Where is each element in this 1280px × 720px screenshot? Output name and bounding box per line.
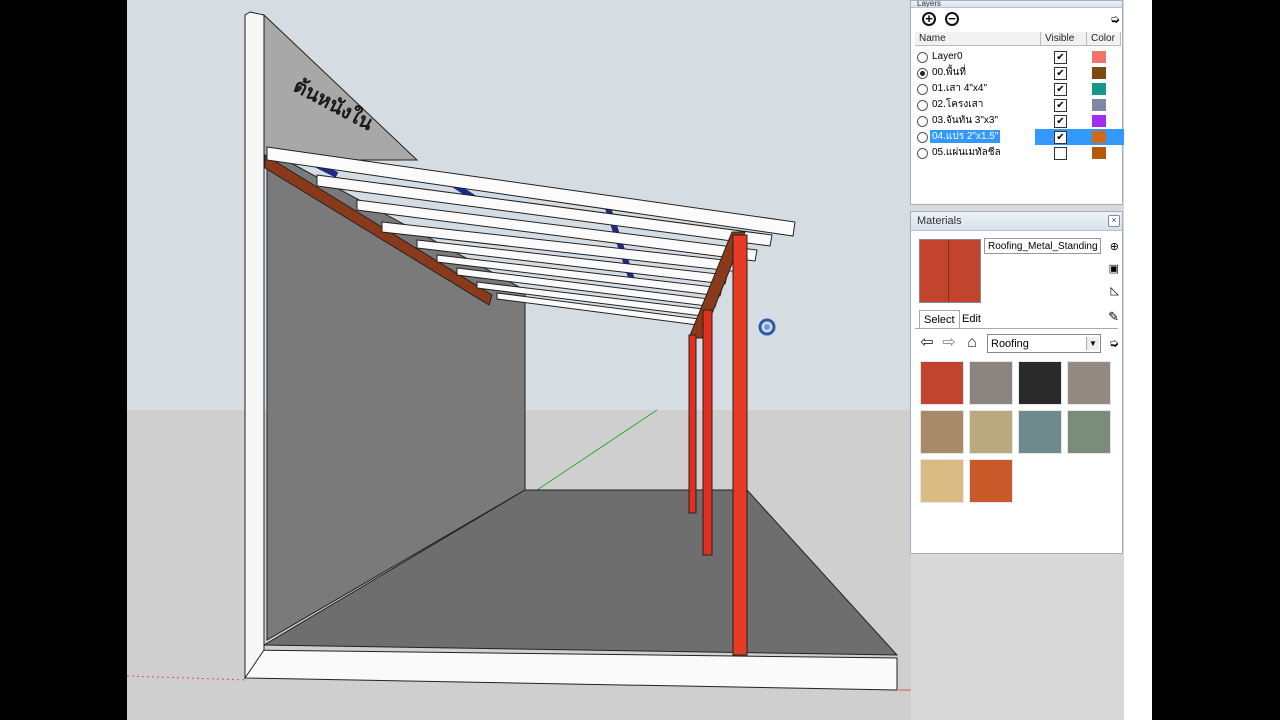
visible-checkbox[interactable]: ✔ (1054, 115, 1067, 128)
materials-title: Materials (911, 212, 1122, 231)
active-layer-radio[interactable] (917, 52, 928, 63)
layer-row[interactable]: 04.แปร 2"x1.5" ✔ (915, 129, 1125, 145)
visible-checkbox[interactable] (1054, 147, 1067, 160)
material-tile[interactable] (969, 459, 1013, 503)
visible-checkbox[interactable]: ✔ (1054, 83, 1067, 96)
layer-row[interactable]: 03.จันทัน 3"x3" ✔ (915, 113, 1121, 129)
layer-name[interactable]: 02.โครงเสา (930, 98, 985, 111)
chevron-down-icon[interactable]: ▼ (1086, 337, 1099, 350)
layer-row[interactable]: Layer0 ✔ (915, 49, 1121, 65)
material-tile[interactable] (1067, 410, 1111, 454)
material-tile[interactable] (920, 361, 964, 405)
create-material-icon[interactable]: ⊕ (1110, 240, 1119, 253)
sketchup-window: ต้นหนังใน Layers + − ➭ Name Visible Colo… (127, 0, 1152, 720)
active-layer-radio[interactable] (917, 68, 928, 79)
material-tile[interactable] (1018, 410, 1062, 454)
collection-dropdown[interactable]: Roofing ▼ (987, 334, 1101, 353)
column-visible-header[interactable]: Visible (1041, 32, 1087, 46)
layer-row[interactable]: 02.โครงเสา ✔ (915, 97, 1121, 113)
active-layer-radio[interactable] (917, 132, 928, 143)
layer-color-swatch[interactable] (1092, 51, 1106, 63)
layer-color-swatch[interactable] (1092, 147, 1106, 159)
layer-name[interactable]: Layer0 (930, 50, 965, 63)
column-color-header[interactable]: Color (1087, 32, 1121, 46)
left-wall (244, 11, 265, 680)
visible-checkbox[interactable]: ✔ (1054, 51, 1067, 64)
back-arrow-icon[interactable]: ⇦ (919, 335, 935, 351)
layer-color-swatch[interactable] (1092, 83, 1106, 95)
material-tile[interactable] (920, 459, 964, 503)
tab-edit[interactable]: Edit (958, 310, 985, 328)
active-layer-radio[interactable] (917, 116, 928, 127)
collection-value: Roofing (991, 338, 1029, 350)
active-layer-radio[interactable] (917, 84, 928, 95)
model-drawing: ต้นหนังใน (127, 0, 911, 720)
active-layer-radio[interactable] (917, 148, 928, 159)
layers-panel: Layers + − ➭ Name Visible Color Layer0 ✔ 0… (910, 0, 1125, 205)
details-arrow-icon[interactable]: ➭ (1109, 336, 1119, 350)
layer-row[interactable]: 01.เสา 4"x4" ✔ (915, 81, 1121, 97)
home-icon[interactable]: ⌂ (964, 335, 980, 351)
layer-color-swatch[interactable] (1092, 67, 1106, 79)
layer-color-swatch[interactable] (1092, 131, 1106, 143)
material-tile[interactable] (920, 410, 964, 454)
layer-name[interactable]: 05.แผ่นเมทัลชีล (930, 146, 1003, 159)
right-edge (1124, 0, 1152, 720)
layer-color-swatch[interactable] (1092, 99, 1106, 111)
visible-checkbox[interactable]: ✔ (1054, 67, 1067, 80)
add-layer-icon[interactable]: + (922, 12, 936, 26)
material-tile[interactable] (1018, 361, 1062, 405)
forward-arrow-icon[interactable]: ⇨ (941, 335, 957, 351)
material-name-field[interactable]: Roofing_Metal_Standing (984, 238, 1101, 254)
close-icon[interactable]: × (1108, 215, 1120, 227)
3d-viewport[interactable]: ต้นหนังใน (127, 0, 911, 720)
material-tile[interactable] (969, 361, 1013, 405)
default-material-icon[interactable]: ◺ (1111, 284, 1119, 297)
selection-highlight (1035, 129, 1125, 145)
layer-name[interactable]: 04.แปร 2"x1.5" (930, 130, 1001, 143)
layer-name[interactable]: 01.เสา 4"x4" (930, 82, 989, 95)
tab-divider (915, 328, 1118, 329)
material-tile[interactable] (969, 410, 1013, 454)
materials-panel: Materials × Roofing_Metal_Standing ⊕ ▣ ◺… (910, 211, 1123, 554)
delete-layer-icon[interactable]: − (945, 12, 959, 26)
layer-row[interactable]: 00.พื้นที่ ✔ (915, 65, 1121, 81)
material-tile[interactable] (1067, 361, 1111, 405)
tab-select[interactable]: Select (919, 310, 960, 329)
layer-name[interactable]: 03.จันทัน 3"x3" (930, 114, 1000, 127)
layer-row[interactable]: 05.แผ่นเมทัลชีล (915, 145, 1121, 161)
current-material-preview (919, 239, 981, 303)
sample-paint-icon[interactable]: ✎ (1108, 309, 1119, 325)
details-arrow-icon[interactable]: ➭ (1110, 12, 1120, 26)
layer-color-swatch[interactable] (1092, 115, 1106, 127)
active-layer-radio[interactable] (917, 100, 928, 111)
display-secondary-icon[interactable]: ▣ (1109, 262, 1119, 275)
layers-title: Layers (911, 1, 1122, 8)
visible-checkbox[interactable]: ✔ (1054, 99, 1067, 112)
visible-checkbox[interactable]: ✔ (1054, 131, 1067, 144)
column-name-header[interactable]: Name (915, 32, 1041, 46)
layer-name[interactable]: 00.พื้นที่ (930, 66, 968, 79)
